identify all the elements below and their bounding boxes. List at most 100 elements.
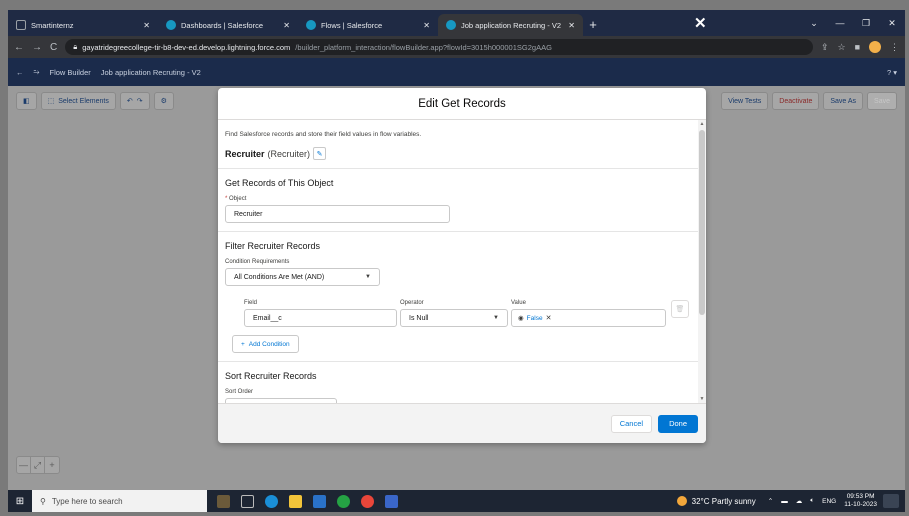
close-icon[interactable]: ✕ — [143, 21, 150, 30]
chrome-icon[interactable] — [361, 494, 374, 508]
element-info-section: Find Salesforce records and store their … — [218, 120, 698, 169]
taskbar-apps — [217, 494, 398, 508]
volume-icon[interactable]: 🔈︎ — [810, 497, 814, 505]
avatar[interactable] — [869, 41, 881, 53]
notification-icon[interactable] — [883, 494, 899, 508]
url-host: gayatridegreecollege-tir-b8-dev-ed.devel… — [82, 42, 291, 52]
salesforce-cloud-icon — [306, 20, 316, 30]
close-icon[interactable]: ✕ — [423, 21, 430, 30]
url-input[interactable]: 🔒︎ gayatridegreecollege-tir-b8-dev-ed.de… — [65, 39, 813, 55]
modal-scrollbar[interactable]: ▲ ▼ — [698, 120, 706, 403]
view-tests-button[interactable]: View Tests — [721, 92, 769, 110]
close-modal-icon[interactable]: ✕ — [694, 14, 707, 32]
operator-select[interactable]: Is Null ▼ — [400, 309, 508, 327]
tab-title: Dashboards | Salesforce — [181, 20, 263, 30]
redo-icon[interactable]: ↷ — [137, 97, 143, 105]
zoom-controls: — ⤢ + — [16, 456, 60, 474]
chevron-up-icon[interactable]: ⌃ — [768, 497, 773, 505]
new-tab-button[interactable]: + — [583, 14, 603, 36]
gear-icon: ⚙ — [160, 98, 167, 105]
browser-tab[interactable]: Flows | Salesforce ✕ — [298, 14, 438, 36]
delete-condition-button[interactable]: 🗑︎ — [671, 300, 689, 318]
pencil-icon[interactable]: ✎ — [313, 147, 327, 160]
windows-start-icon[interactable]: ⊞ — [8, 496, 32, 507]
select-elements-label: Select Elements — [58, 97, 109, 105]
condition-requirements-select[interactable]: All Conditions Are Met (AND) ▼ — [225, 268, 380, 286]
add-condition-button[interactable]: + Add Condition — [232, 335, 299, 353]
scrollbar-thumb[interactable] — [699, 130, 705, 315]
restore-icon[interactable]: ❐ — [853, 18, 879, 29]
section-title: Filter Recruiter Records — [225, 241, 321, 251]
menu-icon[interactable]: ⋮ — [890, 42, 899, 53]
task-view-icon[interactable] — [241, 494, 254, 508]
object-section: Get Records of This Object * Object Recr… — [218, 169, 698, 232]
minimize-icon[interactable]: — — [827, 18, 853, 28]
reload-icon[interactable]: C — [50, 42, 57, 53]
done-button[interactable]: Done — [658, 414, 698, 433]
taskbar-search-input[interactable]: ⚲ Type here to search — [32, 490, 207, 512]
close-icon[interactable]: ✕ — [568, 21, 575, 30]
fit-view-icon[interactable]: ⤢ — [31, 457, 45, 473]
sidebar-icon[interactable]: ■ — [855, 42, 860, 52]
file-explorer-icon[interactable] — [289, 494, 302, 508]
modal-description: Find Salesforce records and store their … — [225, 131, 422, 138]
close-icon[interactable]: ✕ — [283, 21, 290, 30]
back-icon[interactable]: ← — [14, 42, 24, 53]
back-arrow-icon[interactable]: ← — [16, 68, 24, 77]
flow-icon: ⥲ — [33, 67, 40, 76]
language-indicator[interactable]: ENG — [822, 498, 836, 505]
element-api-name: (Recruiter) — [267, 148, 311, 159]
section-title: Sort Recruiter Records — [225, 371, 317, 381]
section-title: Get Records of This Object — [225, 178, 334, 188]
star-icon[interactable]: ☆ — [837, 42, 845, 53]
save-button[interactable]: Save — [867, 92, 897, 110]
remove-pill-icon[interactable]: ✕ — [546, 314, 552, 322]
help-menu[interactable]: ? ▾ — [887, 68, 897, 77]
object-input[interactable]: Recruiter — [225, 205, 450, 223]
panel-icon: ◧ — [23, 98, 30, 105]
forward-icon[interactable]: → — [32, 42, 42, 53]
sort-section: Sort Recruiter Records Sort Order — [218, 362, 698, 403]
app-name: Flow Builder — [49, 67, 91, 77]
element-label-row: Recruiter (Recruiter) ✎ — [225, 138, 691, 168]
widget-icon[interactable] — [217, 494, 230, 508]
deactivate-button[interactable]: Deactivate — [772, 92, 820, 110]
cancel-button[interactable]: Cancel — [610, 414, 653, 433]
undo-icon[interactable]: ↶ — [127, 97, 133, 105]
battery-icon[interactable]: ▬ — [781, 498, 788, 505]
settings-button[interactable]: ⚙ — [153, 92, 174, 110]
flow-builder-header: ← ⥲ Flow Builder Job application Recruti… — [8, 58, 905, 86]
mail-icon[interactable] — [313, 494, 326, 508]
value-header: Value — [511, 300, 526, 306]
screen-frame: Smartinternz ✕ Dashboards | Salesforce ✕… — [8, 10, 905, 512]
object-label: * Object — [225, 196, 691, 205]
toggle-panel-button[interactable]: ◧ — [16, 92, 37, 110]
close-window-icon[interactable]: ✕ — [879, 18, 905, 29]
clock[interactable]: 09:53 PM 11-10-2023 — [844, 493, 877, 509]
browser-tab[interactable]: Dashboards | Salesforce ✕ — [158, 14, 298, 36]
weather-widget[interactable]: 32°C Partly sunny — [676, 496, 756, 506]
zoom-out-icon[interactable]: — — [17, 457, 31, 473]
browser-tab-bar: Smartinternz ✕ Dashboards | Salesforce ✕… — [8, 10, 905, 36]
filter-section: Filter Recruiter Records Condition Requi… — [218, 232, 698, 362]
browser-actions: ⇪ ☆ ■ ⋮ — [821, 41, 899, 53]
browser-tab[interactable]: Smartinternz ✕ — [8, 14, 158, 36]
share-icon[interactable]: ⇪ — [821, 42, 829, 53]
system-tray: ⌃ ▬ ☁ 🔈︎ ENG 09:53 PM 11-10-2023 — [768, 493, 877, 509]
photos-icon[interactable] — [385, 494, 398, 508]
network-icon[interactable]: ☁ — [796, 497, 803, 505]
browser-tab-active[interactable]: Job application Recruting - V2 ✕ — [438, 14, 583, 36]
edge-icon[interactable] — [265, 494, 278, 508]
save-as-button[interactable]: Save As — [823, 92, 864, 110]
value-input[interactable]: ◉ False ✕ — [511, 309, 666, 327]
select-elements-button[interactable]: ⬚ Select Elements — [40, 92, 116, 110]
field-input[interactable]: Email__c — [244, 309, 397, 327]
clock-date: 11-10-2023 — [844, 501, 877, 508]
page-icon — [16, 20, 26, 30]
tab-search-icon[interactable]: ⌄ — [801, 18, 827, 29]
whatsapp-icon[interactable] — [337, 494, 350, 508]
scroll-up-icon[interactable]: ▲ — [698, 121, 706, 127]
scroll-down-icon[interactable]: ▼ — [698, 396, 706, 402]
condition-row: Field Email__c Operator Is Null ▼ Value … — [225, 300, 691, 327]
zoom-in-icon[interactable]: + — [45, 457, 59, 473]
